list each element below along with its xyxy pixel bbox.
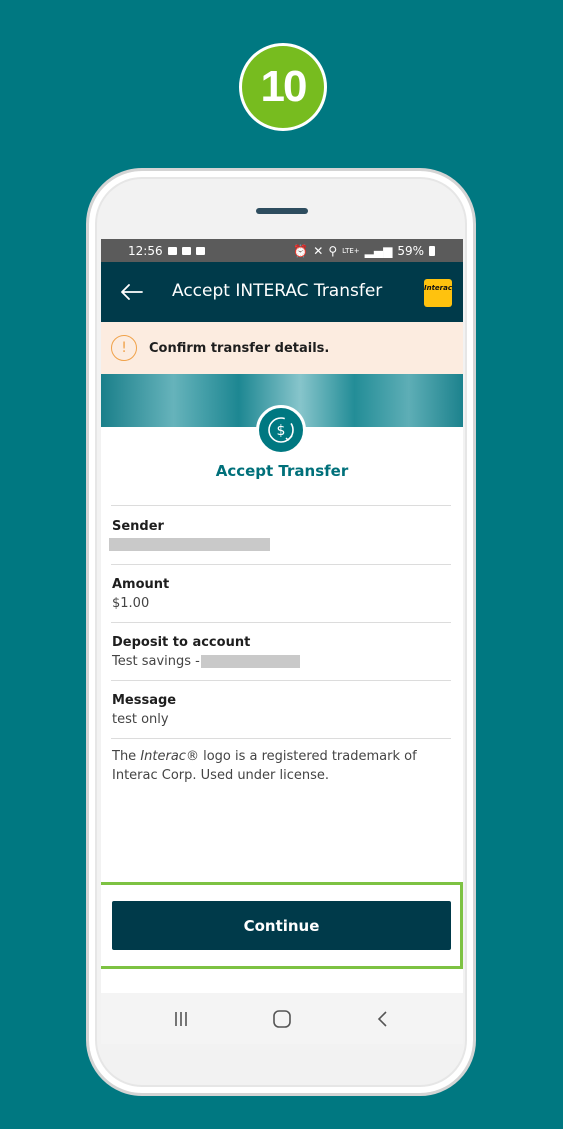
message-value: test only (112, 712, 169, 727)
status-time: 12:56 (128, 243, 163, 258)
svg-text:$: $ (277, 423, 286, 439)
amount-label: Amount (112, 577, 170, 592)
redacted-account-number (200, 655, 300, 668)
location-icon: ⚲ (328, 243, 338, 258)
amount-field: Amount $1.00 (112, 577, 169, 611)
confirmation-alert: ! Confirm transfer details. (101, 322, 463, 374)
image-notification-icon (167, 246, 177, 255)
message-field: Message test only (112, 693, 176, 727)
interac-logo: Interac (424, 279, 452, 307)
alert-message: Confirm transfer details. (149, 340, 330, 356)
page-title: Accept INTERAC Transfer (172, 281, 383, 301)
divider (111, 505, 451, 506)
amount-value: $1.00 (112, 596, 150, 611)
mail-notification-icon (195, 246, 205, 255)
recent-apps-icon[interactable] (169, 1007, 193, 1031)
back-arrow-icon[interactable] (118, 279, 144, 305)
deposit-account-label: Deposit to account (112, 635, 251, 650)
step-number-badge: 10 (239, 43, 327, 131)
app-bar: Accept INTERAC Transfer Interac (101, 262, 463, 322)
money-transfer-icon: $ (256, 405, 306, 455)
chat-notification-icon (181, 246, 191, 255)
accept-transfer-heading: Accept Transfer (215, 462, 349, 480)
sender-label: Sender (112, 519, 164, 534)
status-bar: 12:56 ⏰ ✕ ⚲ LTE+ ▂▄▆ 59% (101, 239, 463, 262)
sender-field: Sender (109, 519, 270, 551)
phone-frame: 12:56 ⏰ ✕ ⚲ LTE+ ▂▄▆ 59% Accept INTERAC … (86, 168, 476, 1096)
back-nav-icon[interactable] (371, 1007, 395, 1031)
deposit-account-field: Deposit to account Test savings - (112, 635, 300, 669)
android-nav-bar (101, 993, 463, 1044)
mute-icon: ✕ (313, 243, 324, 258)
alarm-icon: ⏰ (293, 243, 309, 258)
warning-icon: ! (111, 335, 137, 361)
phone-speaker (256, 208, 308, 214)
battery-level: 59% (397, 243, 424, 258)
divider (111, 738, 451, 739)
sender-value (109, 538, 270, 551)
battery-icon (429, 245, 435, 256)
divider (111, 564, 451, 565)
divider (111, 622, 451, 623)
redacted-sender (109, 538, 270, 551)
deposit-account-value: Test savings - (112, 654, 300, 669)
continue-button[interactable]: Continue (112, 901, 451, 950)
network-type: LTE+ (342, 246, 360, 255)
trademark-disclaimer: The Interac® logo is a registered tradem… (112, 749, 417, 783)
phone-screen: 12:56 ⏰ ✕ ⚲ LTE+ ▂▄▆ 59% Accept INTERAC … (101, 239, 463, 1044)
home-icon[interactable] (270, 1007, 294, 1031)
message-label: Message (112, 693, 177, 708)
signal-icon: ▂▄▆ (364, 243, 393, 258)
divider (111, 680, 451, 681)
